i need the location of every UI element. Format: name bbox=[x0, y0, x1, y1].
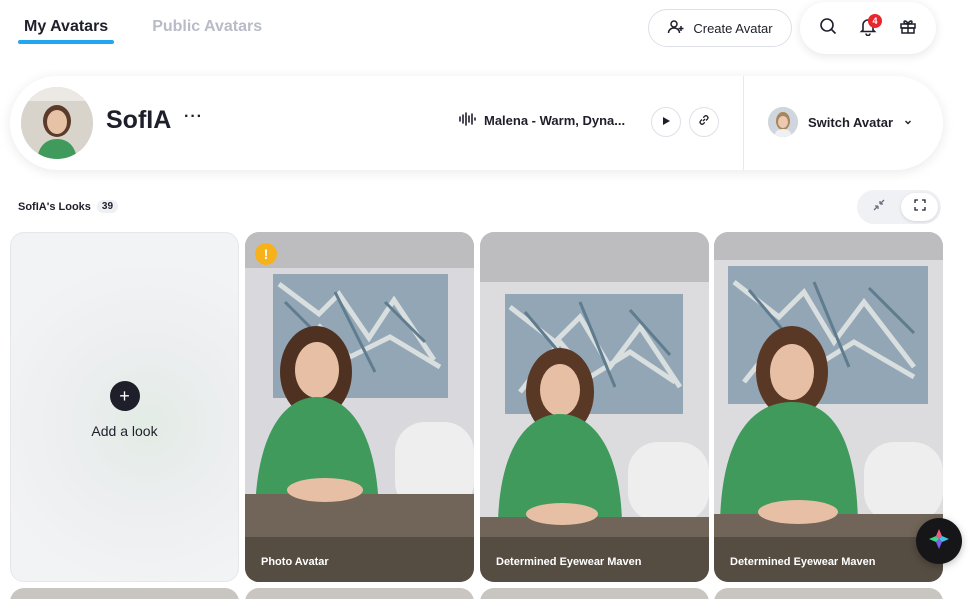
look-card-partial[interactable] bbox=[10, 588, 239, 599]
view-size-toggle bbox=[857, 190, 941, 224]
chevron-down-icon bbox=[903, 115, 913, 130]
look-title: Determined Eyewear Maven bbox=[496, 556, 642, 568]
add-look-label: Add a look bbox=[91, 423, 158, 439]
create-avatar-label: Create Avatar bbox=[693, 20, 773, 36]
header-divider bbox=[743, 76, 744, 170]
switch-avatar-button[interactable]: Switch Avatar bbox=[768, 107, 913, 137]
search-button[interactable] bbox=[812, 12, 844, 44]
add-look-card[interactable]: + Add a look bbox=[10, 232, 239, 582]
compact-view-button[interactable] bbox=[860, 193, 897, 221]
avatar-name: SofIA bbox=[106, 106, 172, 134]
link-button[interactable] bbox=[689, 107, 719, 137]
gift-button[interactable] bbox=[892, 12, 924, 44]
avatar-more-button[interactable]: ··· bbox=[184, 108, 203, 126]
look-card-partial[interactable] bbox=[480, 588, 709, 599]
user-plus-icon bbox=[667, 18, 685, 39]
voice-label: Malena - Warm, Dyna... bbox=[484, 113, 626, 128]
avatar-header-card: SofIA ··· Malena - Warm, Dyna... Switch … bbox=[10, 76, 943, 170]
look-thumbnail bbox=[480, 232, 709, 582]
gift-icon bbox=[898, 16, 918, 41]
plus-icon: + bbox=[109, 381, 140, 411]
look-card[interactable]: ! Photo Avatar bbox=[245, 232, 474, 582]
tab-public-avatars[interactable]: Public Avatars bbox=[146, 14, 268, 44]
look-thumbnail bbox=[714, 232, 943, 582]
create-avatar-button[interactable]: Create Avatar bbox=[648, 9, 792, 47]
switch-avatar-label: Switch Avatar bbox=[808, 114, 894, 130]
look-title: Determined Eyewear Maven bbox=[730, 556, 876, 568]
switch-avatar-thumbnail bbox=[768, 107, 798, 137]
voice-selector[interactable]: Malena - Warm, Dyna... bbox=[458, 112, 625, 129]
header-icon-group: 4 bbox=[800, 2, 936, 54]
assistant-icon bbox=[928, 528, 950, 555]
look-thumbnail bbox=[245, 232, 474, 582]
look-card-partial[interactable] bbox=[714, 588, 943, 599]
look-card[interactable]: Determined Eyewear Maven bbox=[714, 232, 943, 582]
add-look-content: + Add a look bbox=[11, 381, 238, 439]
look-title: Photo Avatar bbox=[261, 556, 329, 568]
expand-icon bbox=[913, 198, 927, 217]
avatar-profile-picture[interactable] bbox=[21, 87, 93, 159]
link-icon bbox=[698, 113, 710, 131]
look-card-partial[interactable] bbox=[245, 588, 474, 599]
looks-section-label: SofIA's Looks 39 bbox=[18, 200, 119, 213]
search-icon bbox=[818, 16, 838, 41]
play-icon bbox=[661, 113, 671, 131]
assistant-button[interactable] bbox=[916, 518, 962, 564]
expanded-view-button[interactable] bbox=[901, 193, 938, 221]
avatar-tabs: My Avatars Public Avatars bbox=[18, 14, 268, 44]
notification-badge: 4 bbox=[868, 14, 882, 28]
looks-title: SofIA's Looks bbox=[18, 200, 91, 213]
tab-my-avatars[interactable]: My Avatars bbox=[18, 14, 115, 44]
waveform-icon bbox=[458, 112, 476, 129]
collapse-icon bbox=[872, 198, 886, 217]
look-card[interactable]: Determined Eyewear Maven bbox=[480, 232, 709, 582]
play-voice-button[interactable] bbox=[651, 107, 681, 137]
notifications-button[interactable]: 4 bbox=[852, 12, 884, 44]
looks-count: 39 bbox=[96, 200, 119, 213]
warning-icon[interactable]: ! bbox=[255, 243, 277, 265]
